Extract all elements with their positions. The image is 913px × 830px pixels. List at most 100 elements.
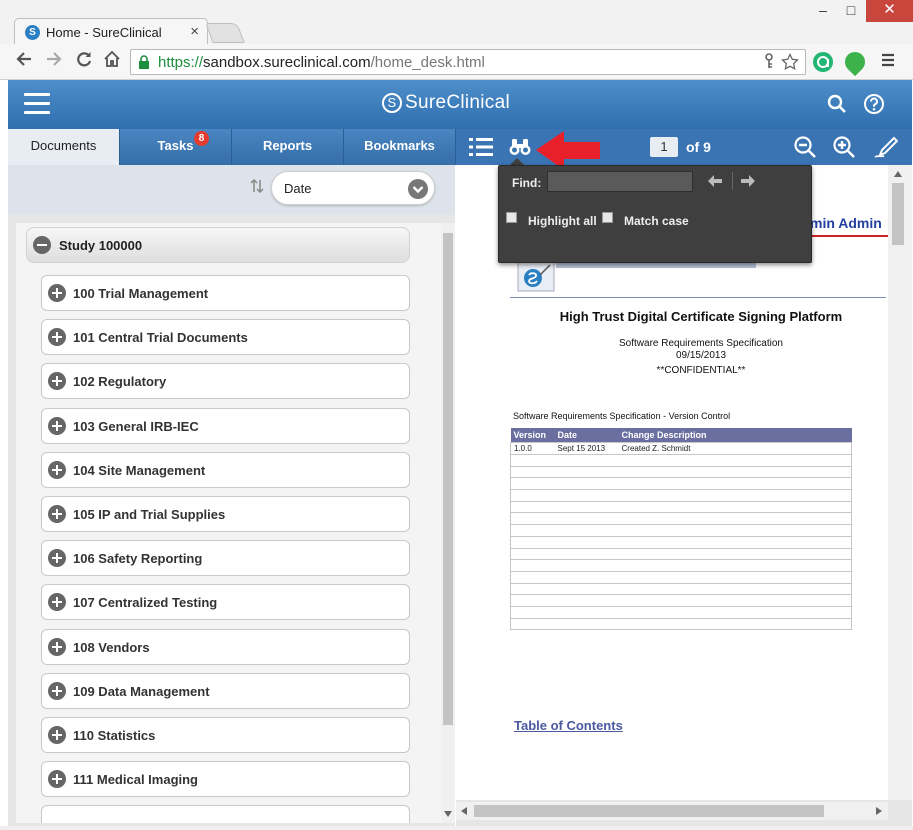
zoom-out-icon[interactable] — [793, 135, 817, 159]
table-of-contents-link[interactable]: Table of Contents — [514, 718, 623, 733]
browser-menu-icon[interactable] — [876, 50, 900, 74]
folder-row[interactable]: 107 Centralized Testing — [41, 584, 410, 621]
key-icon[interactable] — [763, 53, 775, 73]
version-control-caption: Software Requirements Specification - Ve… — [513, 411, 731, 421]
table-cell — [510, 535, 555, 548]
outline-list-icon[interactable] — [468, 135, 493, 159]
expand-plus-icon[interactable] — [48, 726, 66, 744]
page-number-input[interactable]: 1 — [650, 137, 678, 157]
expand-plus-icon[interactable] — [48, 372, 66, 391]
table-cell — [618, 605, 852, 619]
search-icon[interactable] — [826, 93, 848, 115]
find-input[interactable] — [547, 171, 693, 192]
hamburger-menu-icon[interactable] — [24, 93, 50, 115]
folder-row[interactable]: 106 Safety Reporting — [41, 540, 410, 577]
help-icon[interactable] — [863, 93, 885, 115]
expand-plus-icon[interactable] — [48, 416, 66, 435]
left-scrollbar[interactable] — [441, 223, 455, 823]
table-row — [510, 500, 852, 513]
scroll-up-arrow-icon[interactable] — [894, 171, 902, 177]
tab-tasks[interactable]: Tasks 8 — [120, 129, 232, 165]
expand-plus-icon[interactable] — [48, 681, 66, 700]
folder-row[interactable]: 109 Data Management — [41, 672, 410, 709]
folder-row-partial[interactable] — [41, 805, 410, 823]
table-cell — [618, 454, 852, 467]
bookmark-star-icon[interactable] — [781, 52, 799, 75]
find-separator — [732, 172, 733, 190]
folder-label: 107 Centralized Testing — [73, 595, 218, 611]
zoom-in-icon[interactable] — [832, 135, 856, 159]
binoculars-find-icon[interactable] — [508, 135, 532, 159]
folder-label: 100 Trial Management — [73, 286, 209, 301]
expand-plus-icon[interactable] — [48, 505, 66, 523]
scroll-right-arrow-icon[interactable] — [876, 807, 882, 815]
table-row — [510, 465, 852, 478]
expand-plus-icon[interactable] — [48, 593, 66, 612]
window-maximize-button[interactable]: □ — [836, 0, 866, 22]
scroll-left-arrow-icon[interactable] — [461, 807, 467, 815]
back-arrow-icon[interactable] — [12, 50, 36, 74]
study-label: Study 100000 — [59, 238, 143, 253]
sureclinical-favicon-icon: S — [25, 25, 40, 40]
window-minimize-button[interactable]: – — [808, 0, 838, 22]
viewer-horizontal-scrollbar-thumb[interactable] — [474, 805, 824, 817]
folder-row[interactable]: 111 Medical Imaging — [41, 761, 410, 798]
table-cell — [618, 617, 852, 631]
table-cell — [554, 524, 619, 537]
table-cell — [554, 489, 619, 502]
folder-row[interactable]: 101 Central Trial Documents — [41, 319, 410, 356]
home-icon[interactable] — [100, 50, 124, 74]
collapse-minus-icon[interactable] — [33, 236, 51, 254]
table-cell — [510, 582, 555, 595]
table-row — [510, 559, 852, 572]
match-case-checkbox[interactable] — [602, 212, 613, 223]
highlight-all-checkbox[interactable] — [506, 212, 517, 223]
table-cell — [618, 547, 852, 560]
table-row: 1.0.0 Sept 15 2013 Created Z. Schmidt — [510, 442, 852, 455]
folder-row[interactable]: 100 Trial Management — [41, 275, 410, 311]
sort-arrows-icon[interactable] — [250, 178, 264, 196]
expand-plus-icon[interactable] — [48, 549, 66, 568]
extension-leaf-icon[interactable] — [840, 47, 870, 77]
browser-tab[interactable]: S Home - SureClinical × — [14, 18, 208, 45]
folder-row[interactable]: 105 IP and Trial Supplies — [41, 496, 410, 532]
folder-row[interactable]: 108 Vendors — [41, 628, 410, 665]
tab-close-icon[interactable]: × — [190, 23, 199, 40]
page-count-label: of 9 — [686, 139, 711, 155]
folder-row[interactable]: 103 General IRB-IEC — [41, 407, 410, 444]
new-tab-button[interactable] — [205, 23, 245, 43]
expand-plus-icon[interactable] — [48, 284, 66, 302]
scroll-down-arrow-icon[interactable] — [444, 811, 452, 817]
highlight-all-label: Highlight all — [528, 214, 597, 228]
find-next-icon[interactable] — [739, 172, 757, 190]
tab-documents[interactable]: Documents — [8, 129, 120, 165]
study-row[interactable]: Study 100000 — [26, 227, 410, 263]
find-previous-icon[interactable] — [706, 172, 724, 190]
expand-plus-icon[interactable] — [48, 328, 66, 347]
expand-plus-icon[interactable] — [48, 770, 66, 789]
folder-row[interactable]: 104 Site Management — [41, 451, 410, 488]
table-cell — [554, 582, 619, 595]
folder-row[interactable]: 102 Regulatory — [41, 363, 410, 400]
find-popup: Find: Highlight all Match case — [498, 165, 812, 263]
expand-plus-icon[interactable] — [48, 460, 66, 479]
brand-logo: S SureClinical — [382, 92, 510, 114]
sort-select[interactable]: Date — [271, 171, 435, 205]
table-cell — [618, 559, 852, 572]
viewer-vertical-scrollbar-thumb[interactable] — [892, 183, 904, 245]
viewer-vertical-scrollbar[interactable] — [888, 165, 912, 800]
forward-arrow-icon[interactable] — [42, 50, 66, 74]
window-close-button[interactable]: ✕ — [866, 0, 913, 22]
address-bar[interactable]: https://sandbox.sureclinical.com/home_de… — [130, 49, 806, 75]
folder-row[interactable]: 110 Statistics — [41, 717, 410, 753]
left-scrollbar-thumb[interactable] — [443, 233, 453, 725]
reload-icon[interactable] — [72, 50, 96, 74]
expand-plus-icon[interactable] — [48, 637, 66, 656]
sign-pen-icon[interactable] — [874, 135, 899, 159]
extension-a-icon[interactable] — [813, 52, 833, 72]
viewer-horizontal-scrollbar[interactable] — [456, 802, 888, 820]
tab-reports[interactable]: Reports — [232, 129, 344, 165]
table-cell — [618, 477, 852, 490]
tab-bookmarks[interactable]: Bookmarks — [344, 129, 456, 165]
table-cell — [554, 512, 619, 525]
